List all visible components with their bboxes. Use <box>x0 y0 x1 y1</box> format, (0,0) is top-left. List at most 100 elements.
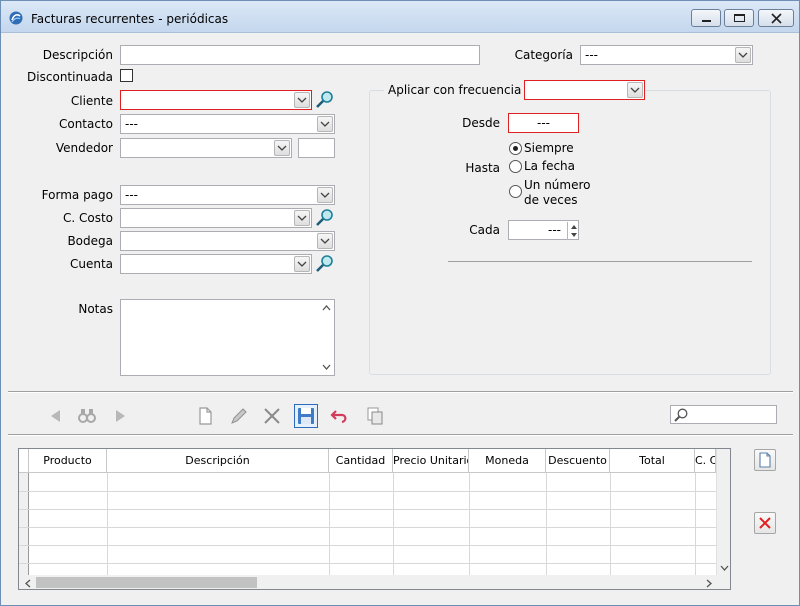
chevron-down-icon[interactable] <box>294 210 310 226</box>
cliente-label: Cliente <box>70 94 113 108</box>
arrow-left-icon <box>51 410 60 422</box>
col-header-c-c[interactable]: C. C <box>695 449 716 473</box>
bodega-select[interactable] <box>120 231 335 251</box>
col-header-descuento[interactable]: Descuento <box>546 449 610 473</box>
grid-horizontal-scrollbar[interactable] <box>19 575 730 589</box>
copy-icon <box>367 407 383 425</box>
maximize-button[interactable] <box>724 9 754 27</box>
chevron-down-icon[interactable] <box>274 140 290 156</box>
toolbar-search-input[interactable] <box>670 405 777 424</box>
vendedor-code-input[interactable] <box>298 138 335 158</box>
previous-record-button[interactable] <box>44 404 68 428</box>
contacto-select[interactable]: --- <box>120 114 335 134</box>
spin-up-icon[interactable] <box>570 224 578 230</box>
categoria-select[interactable]: --- <box>580 45 753 65</box>
scrollbar-thumb[interactable] <box>36 577 257 588</box>
grid-vertical-scrollbar[interactable] <box>716 449 730 575</box>
cada-label: Cada <box>469 223 500 237</box>
close-window-button[interactable] <box>758 9 794 27</box>
table-row[interactable] <box>19 563 716 564</box>
edit-record-button[interactable] <box>227 404 251 428</box>
col-header-total[interactable]: Total <box>610 449 695 473</box>
undo-icon <box>330 410 347 424</box>
search-icon <box>674 408 688 422</box>
col-header-moneda[interactable]: Moneda <box>469 449 546 473</box>
bodega-label: Bodega <box>67 234 113 248</box>
col-header-producto[interactable]: Producto <box>29 449 107 473</box>
notas-textarea[interactable] <box>120 299 335 376</box>
scroll-down-icon[interactable] <box>322 363 331 371</box>
chevron-down-icon[interactable] <box>294 92 310 108</box>
c-costo-label: C. Costo <box>62 211 113 225</box>
cada-spin-buttons[interactable] <box>567 222 579 240</box>
grid-column-line <box>469 473 470 575</box>
c-costo-select[interactable] <box>120 208 312 228</box>
forma-pago-label: Forma pago <box>41 188 113 202</box>
hasta-fecha-label[interactable]: La fecha <box>524 159 575 173</box>
grid-column-line <box>546 473 547 575</box>
chevron-down-icon[interactable] <box>317 116 333 132</box>
hasta-siempre-label[interactable]: Siempre <box>524 141 574 155</box>
new-record-button[interactable] <box>193 404 217 428</box>
chevron-down-icon[interactable] <box>627 82 643 98</box>
x-icon <box>264 408 280 424</box>
cada-stepper[interactable]: --- <box>508 220 579 240</box>
hasta-numero-label-1[interactable]: Un número <box>524 178 591 192</box>
hasta-numero-label-2[interactable]: de veces <box>524 193 578 207</box>
hasta-numero-radio[interactable] <box>509 185 522 198</box>
next-record-button[interactable] <box>108 404 132 428</box>
floppy-disk-icon <box>298 408 314 424</box>
table-row[interactable] <box>19 509 716 510</box>
forma-pago-select[interactable]: --- <box>120 185 335 205</box>
scroll-down-icon[interactable] <box>720 565 729 572</box>
minimize-icon <box>702 20 711 22</box>
vendedor-select[interactable] <box>120 138 292 158</box>
table-row[interactable] <box>19 491 716 492</box>
descripcion-input[interactable] <box>120 45 480 65</box>
table-row[interactable] <box>19 545 716 546</box>
c-costo-search-icon[interactable] <box>315 208 335 228</box>
hasta-siempre-radio[interactable] <box>509 142 522 155</box>
copy-record-button[interactable] <box>363 404 387 428</box>
discontinuada-label: Discontinuada <box>27 70 113 84</box>
products-grid[interactable]: Producto Descripción Cantidad Precio Uni… <box>18 448 731 590</box>
add-line-button[interactable] <box>754 449 776 471</box>
remove-line-button[interactable] <box>754 512 776 534</box>
cliente-select[interactable] <box>120 90 312 110</box>
delete-record-button[interactable] <box>260 404 284 428</box>
arrow-right-icon <box>116 410 125 422</box>
contacto-value: --- <box>125 117 138 131</box>
aplicar-frecuencia-select[interactable] <box>524 80 645 100</box>
chevron-down-icon[interactable] <box>317 187 333 203</box>
cuenta-select[interactable] <box>120 254 312 274</box>
grid-column-line <box>695 473 696 575</box>
cuenta-search-icon[interactable] <box>315 254 335 274</box>
chevron-down-icon[interactable] <box>294 256 310 272</box>
chevron-down-icon[interactable] <box>735 47 751 63</box>
scroll-left-icon[interactable] <box>25 579 32 588</box>
scroll-right-icon[interactable] <box>705 579 712 588</box>
col-header-cantidad[interactable]: Cantidad <box>329 449 393 473</box>
window-title: Facturas recurrentes - periódicas <box>31 12 229 26</box>
row-selector-column <box>19 473 29 575</box>
scroll-up-icon[interactable] <box>322 304 331 312</box>
aplicar-frecuencia-label: Aplicar con frecuencia <box>384 83 526 97</box>
col-header-descripcion[interactable]: Descripción <box>107 449 329 473</box>
cliente-search-icon[interactable] <box>315 90 335 110</box>
app-logo-icon <box>9 11 23 25</box>
col-header-precio-unitario[interactable]: Precio Unitario C <box>393 449 469 473</box>
grid-column-line <box>393 473 394 575</box>
title-bar[interactable]: Facturas recurrentes - periódicas <box>1 1 799 33</box>
minimize-button[interactable] <box>691 9 721 27</box>
chevron-down-icon[interactable] <box>317 233 333 249</box>
save-record-button[interactable] <box>294 404 318 428</box>
pencil-icon <box>231 408 247 424</box>
find-button[interactable] <box>75 404 99 428</box>
discontinuada-checkbox[interactable] <box>120 69 133 82</box>
spin-down-icon[interactable] <box>570 232 578 238</box>
cada-value: --- <box>548 223 561 237</box>
table-row[interactable] <box>19 527 716 528</box>
desde-input[interactable]: --- <box>508 113 579 133</box>
undo-button[interactable] <box>328 404 352 428</box>
hasta-fecha-radio[interactable] <box>509 160 522 173</box>
